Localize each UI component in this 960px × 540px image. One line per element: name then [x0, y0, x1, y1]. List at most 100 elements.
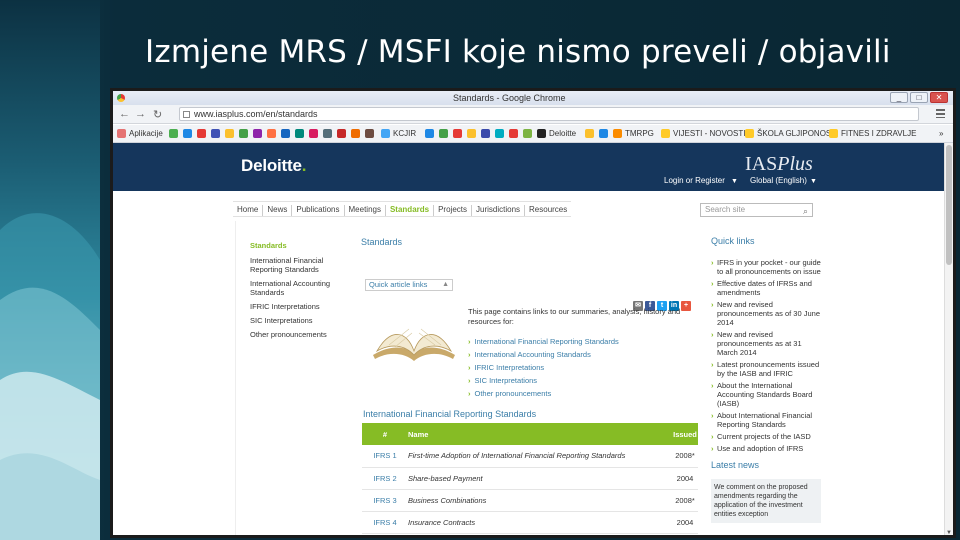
bookmark-icon[interactable] [309, 129, 318, 138]
menu-icon[interactable] [936, 109, 945, 118]
table-row[interactable]: IFRS 1 First-time Adoption of Internatio… [362, 445, 698, 468]
table-header-row: # Name Issued [362, 423, 698, 445]
quick-article-links-dropdown[interactable]: Quick article links ▲ [365, 279, 453, 291]
latest-news-item[interactable]: We comment on the proposed amendments re… [711, 479, 821, 523]
link-ias[interactable]: International Accounting Standards [468, 348, 619, 361]
page-scrollbar[interactable]: ▼ [944, 143, 953, 535]
bookmark-icon[interactable] [599, 129, 608, 138]
quick-link[interactable]: IFRS in your pocket - our guide to all p… [711, 258, 821, 276]
bookmark-icon[interactable] [253, 129, 262, 138]
apps-icon [117, 129, 126, 138]
wave-image [0, 0, 100, 540]
bookmark-icon[interactable] [495, 129, 504, 138]
chrome-icon [117, 94, 125, 102]
bookmark-icon[interactable] [509, 129, 518, 138]
quick-link[interactable]: About International Financial Reporting … [711, 411, 821, 429]
bookmark-icon[interactable] [453, 129, 462, 138]
quick-link[interactable]: New and revised pronouncements as at 31 … [711, 330, 821, 357]
bookmark-icon[interactable] [585, 129, 594, 138]
bookmark-icon[interactable] [337, 129, 346, 138]
quick-link[interactable]: Current projects of the IASD [711, 432, 821, 441]
chevron-down-icon[interactable]: ▼ [731, 178, 738, 185]
nav-standards[interactable]: Standards [386, 205, 435, 216]
nav-projects[interactable]: Projects [434, 205, 472, 216]
bookmark-icon[interactable] [523, 129, 532, 138]
region-selector[interactable]: Global (English) [750, 176, 807, 185]
bookmarks-overflow-button[interactable]: » [939, 129, 943, 138]
table-row[interactable]: IFRS 4 Insurance Contracts 2004 [362, 511, 698, 534]
bookmark-icon[interactable] [183, 129, 192, 138]
bookmark-icon[interactable] [467, 129, 476, 138]
quick-link[interactable]: New and revised pronouncements as of 30 … [711, 300, 821, 327]
nav-resources[interactable]: Resources [525, 205, 571, 216]
scrollbar-thumb[interactable] [946, 145, 952, 265]
bookmark-icon[interactable] [439, 129, 448, 138]
nav-news[interactable]: News [263, 205, 293, 216]
link-sic[interactable]: SIC Interpretations [468, 374, 619, 387]
close-button[interactable]: ✕ [930, 92, 948, 103]
bookmark-kcjir[interactable]: KCJIR [381, 129, 416, 138]
address-bar[interactable]: www.iasplus.com/en/standards [179, 107, 919, 121]
bookmark-icon[interactable] [425, 129, 434, 138]
sidebar-item-other[interactable]: Other pronouncements [250, 330, 345, 339]
login-link[interactable]: Login or Register [664, 176, 725, 185]
chevron-down-icon[interactable]: ▼ [810, 178, 817, 185]
window-title: Standards - Google Chrome [453, 93, 566, 103]
link-ifrs[interactable]: International Financial Reporting Standa… [468, 335, 619, 348]
bookmark-icon[interactable] [239, 129, 248, 138]
nav-meetings[interactable]: Meetings [345, 205, 386, 216]
deloitte-logo[interactable]: Deloitte. [241, 156, 306, 176]
section-heading: International Financial Reporting Standa… [363, 409, 537, 419]
quick-link[interactable]: Effective dates of IFRSs and amendments [711, 279, 821, 297]
bookmark-fitnes[interactable]: FITNES I ZDRAVLJE [829, 129, 916, 138]
nav-home[interactable]: Home [233, 205, 264, 216]
sidebar-item-ifric[interactable]: IFRIC Interpretations [250, 302, 345, 311]
sidebar-item-sic[interactable]: SIC Interpretations [250, 316, 345, 325]
link-other[interactable]: Other pronouncements [468, 387, 619, 400]
back-icon[interactable]: ← [119, 108, 130, 120]
sidebar-heading[interactable]: Standards [250, 241, 345, 250]
table-row[interactable]: IFRS 3 Business Combinations 2008* [362, 489, 698, 512]
forward-icon[interactable]: → [135, 108, 146, 120]
latest-news-heading[interactable]: Latest news [711, 461, 821, 470]
maximize-button[interactable]: □ [910, 92, 928, 103]
bookmark-icon[interactable] [267, 129, 276, 138]
link-ifric[interactable]: IFRIC Interpretations [468, 361, 619, 374]
quick-link[interactable]: About the International Accounting Stand… [711, 381, 821, 408]
bookmark-icon[interactable] [481, 129, 490, 138]
intro-links: International Financial Reporting Standa… [468, 335, 619, 400]
bookmark-favicon [537, 129, 546, 138]
quick-link[interactable]: Use and adoption of IFRS [711, 444, 821, 453]
bookmark-tmrpg[interactable]: TMRPG [613, 129, 654, 138]
bookmark-icon[interactable] [225, 129, 234, 138]
bookmark-icon[interactable] [281, 129, 290, 138]
bookmark-icon[interactable] [211, 129, 220, 138]
bookmark-deloitte[interactable]: Deloitte [537, 129, 576, 138]
nav-jurisdictions[interactable]: Jurisdictions [472, 205, 526, 216]
bookmark-icon[interactable] [365, 129, 374, 138]
sidebar-item-ifrs[interactable]: International Financial Reporting Standa… [250, 256, 345, 274]
sidebar-item-ias[interactable]: International Accounting Standards [250, 279, 345, 297]
bookmark-skola[interactable]: ŠKOLA GLJIPONOS [745, 129, 831, 138]
chevron-up-icon: ▲ [442, 281, 449, 288]
bookmark-icon[interactable] [197, 129, 206, 138]
reload-icon[interactable]: ↻ [153, 108, 162, 121]
nav-publications[interactable]: Publications [292, 205, 345, 216]
browser-toolbar: ← → ↻ www.iasplus.com/en/standards [113, 105, 953, 124]
bookmark-apps[interactable]: Aplikacije [117, 129, 163, 138]
iasplus-logo[interactable]: IASPlus [745, 153, 813, 176]
divider [235, 221, 236, 535]
bookmark-vijesti[interactable]: VIJESTI - NOVOSTI [661, 129, 745, 138]
search-input[interactable]: Search site ⌕ [700, 203, 813, 217]
table-row[interactable]: IFRS 2 Share-based Payment 2004 [362, 467, 698, 490]
search-icon[interactable]: ⌕ [803, 205, 808, 217]
quick-link[interactable]: Latest pronouncements issued by the IASB… [711, 360, 821, 378]
bookmarks-bar: Aplikacije KCJIR Deloitte TMRPG VIJESTI … [113, 125, 953, 143]
bookmark-favicon [613, 129, 622, 138]
bookmark-icon[interactable] [323, 129, 332, 138]
scroll-down-icon[interactable]: ▼ [946, 530, 952, 535]
bookmark-icon[interactable] [351, 129, 360, 138]
minimize-button[interactable]: _ [890, 92, 908, 103]
bookmark-icon[interactable] [169, 129, 178, 138]
bookmark-icon[interactable] [295, 129, 304, 138]
